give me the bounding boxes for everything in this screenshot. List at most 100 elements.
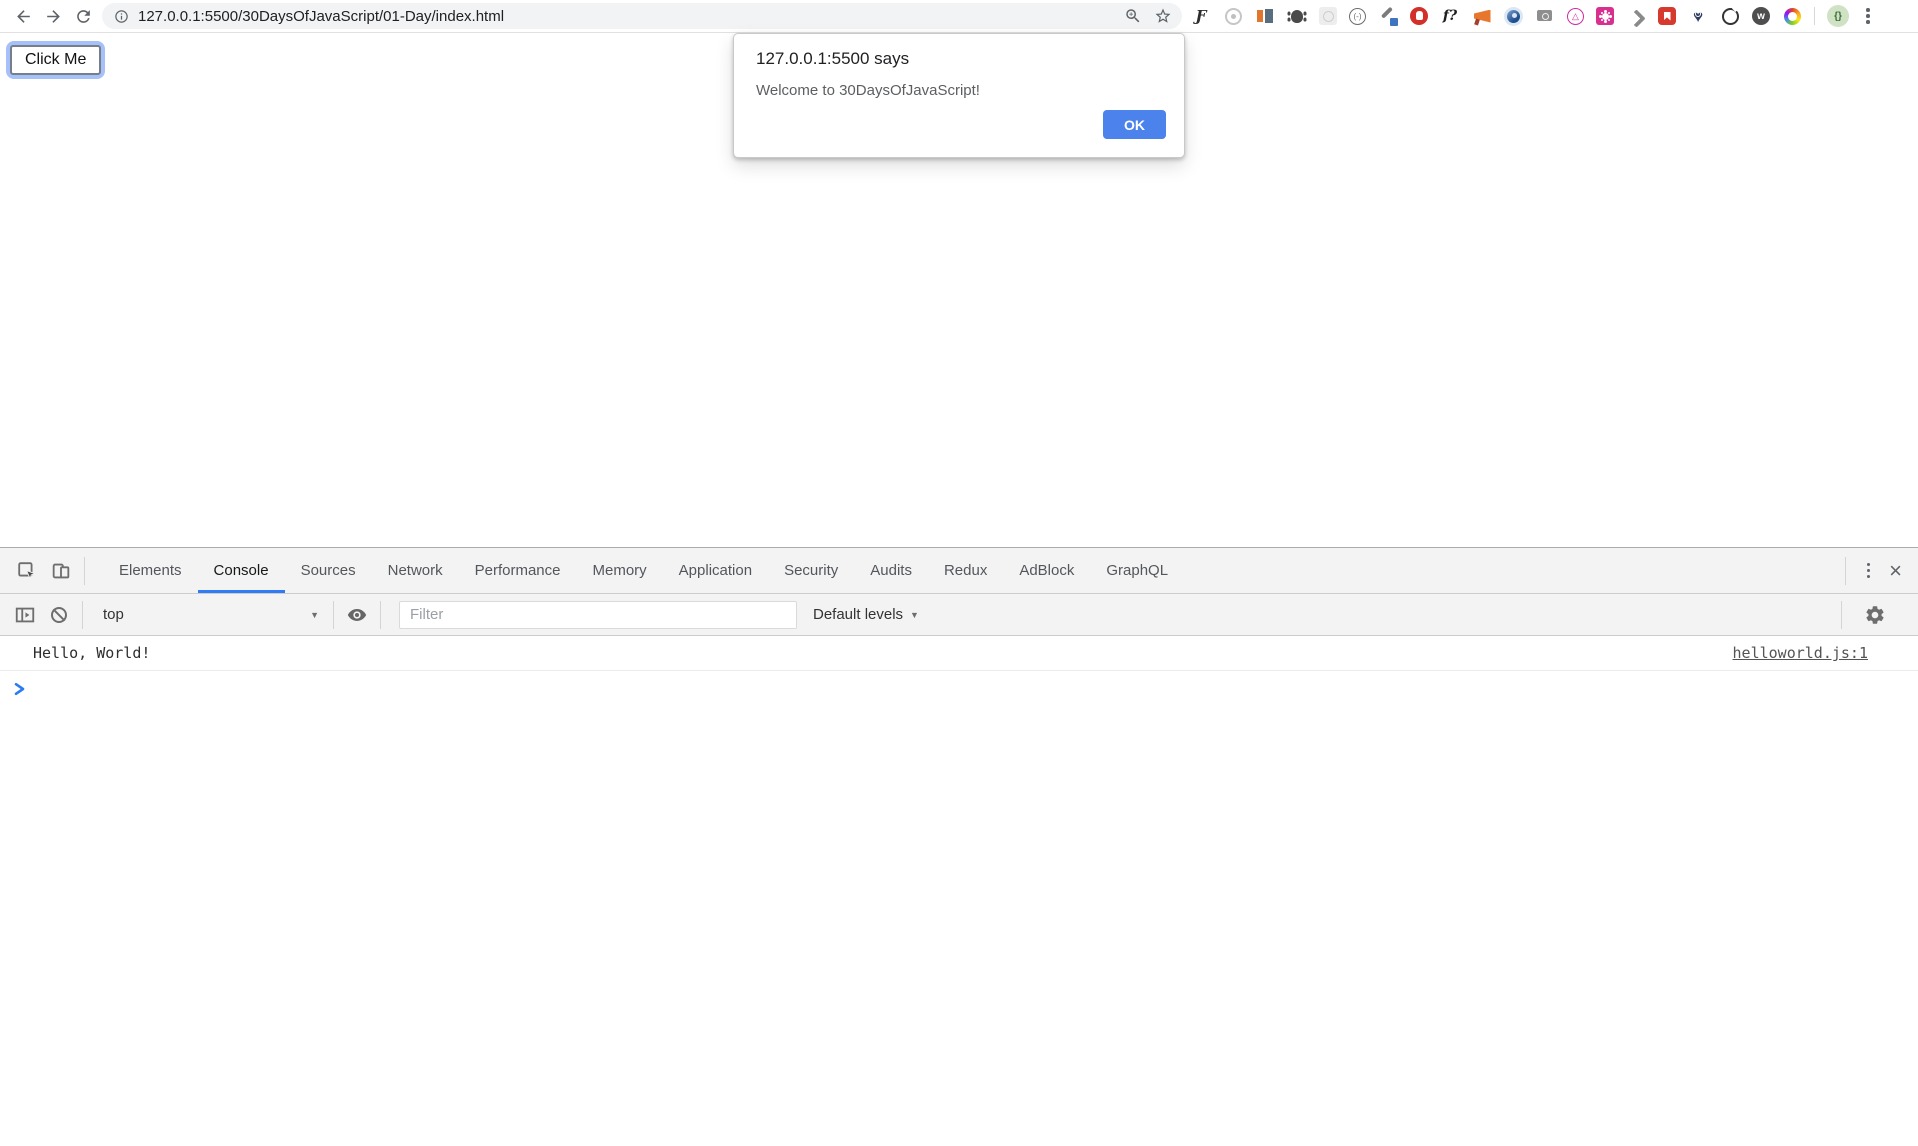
console-prompt[interactable]: [0, 671, 1918, 701]
parens-extension-icon[interactable]: (-): [1349, 8, 1366, 25]
context-selector[interactable]: top ▼: [89, 606, 327, 623]
pipes-extension-icon[interactable]: [1626, 6, 1646, 26]
target-extension-icon[interactable]: [1223, 6, 1243, 26]
console-message-row: Hello, World! helloworld.js:1: [0, 636, 1918, 671]
heart-glyph: ♥: [1693, 8, 1703, 25]
tab-graphql[interactable]: GraphQL: [1090, 548, 1184, 593]
console-message-text: Hello, World!: [33, 644, 1733, 662]
inspect-icon: [16, 560, 38, 582]
context-label: top: [103, 606, 124, 623]
megaphone-extension-icon[interactable]: [1472, 6, 1492, 26]
browser-menu-button[interactable]: [1861, 8, 1875, 24]
clear-console-button[interactable]: [42, 599, 76, 631]
console-toolbar-separator: [380, 601, 381, 629]
alert-message: Welcome to 30DaysOfJavaScript!: [756, 82, 1162, 99]
devtools-panel: Elements Console Sources Network Perform…: [0, 547, 1918, 1146]
devtools-controls: ×: [1839, 557, 1918, 585]
alert-dialog: 127.0.0.1:5500 says Welcome to 30DaysOfJ…: [733, 33, 1185, 158]
swirl-extension-icon[interactable]: [1504, 7, 1523, 26]
fonts-glyph: Ƒ: [1196, 7, 1207, 25]
eyedropper-extension-icon[interactable]: [1378, 6, 1398, 26]
log-level-selector[interactable]: Default levels ▼: [813, 606, 919, 623]
back-icon: [14, 7, 33, 26]
eye-icon: [346, 604, 368, 626]
devtools-menu-button[interactable]: [1862, 563, 1876, 579]
bookmark-extension-icon[interactable]: [1658, 7, 1676, 25]
stop-hand-extension-icon[interactable]: [1410, 7, 1428, 25]
devtools-tabbar: Elements Console Sources Network Perform…: [0, 548, 1918, 594]
tab-security[interactable]: Security: [768, 548, 854, 593]
reload-icon: [74, 7, 93, 26]
atom-extension-icon[interactable]: [1319, 7, 1337, 25]
toolbar-separator: [1814, 7, 1815, 25]
tab-memory[interactable]: Memory: [577, 548, 663, 593]
avatar-glyph: {}: [1834, 11, 1842, 22]
chevron-down-icon: ▼: [910, 610, 919, 620]
info-icon: [114, 9, 129, 24]
console-source-link[interactable]: helloworld.js:1: [1733, 644, 1868, 662]
wave-glyph: w: [1757, 11, 1765, 22]
tab-audits[interactable]: Audits: [854, 548, 928, 593]
device-toolbar-button[interactable]: [44, 555, 78, 587]
back-button[interactable]: [8, 2, 38, 30]
sidebar-toggle-icon: [14, 604, 36, 626]
graphql-glyph: △: [1572, 12, 1579, 21]
fonts-extension-icon[interactable]: Ƒ: [1191, 6, 1211, 26]
forward-icon: [44, 7, 63, 26]
tab-performance[interactable]: Performance: [459, 548, 577, 593]
url-text: 127.0.0.1:5500/30DaysOfJavaScript/01-Day…: [138, 8, 1124, 25]
ok-button[interactable]: OK: [1103, 110, 1166, 139]
zoom-icon[interactable]: [1124, 7, 1142, 25]
fontface-glyph: f?: [1443, 8, 1457, 24]
controls-separator: [1845, 557, 1846, 585]
url-bar[interactable]: 127.0.0.1:5500/30DaysOfJavaScript/01-Day…: [102, 3, 1182, 29]
forward-button[interactable]: [38, 2, 68, 30]
filter-input[interactable]: [399, 601, 797, 629]
button-focus-ring: Click Me: [6, 41, 105, 79]
tab-redux[interactable]: Redux: [928, 548, 1003, 593]
gear-icon: [1864, 604, 1886, 626]
tab-network[interactable]: Network: [372, 548, 459, 593]
prompt-chevron-icon: [13, 682, 26, 696]
color-wheel-extension-icon[interactable]: [1782, 6, 1802, 26]
gyro-extension-icon[interactable]: [1720, 6, 1740, 26]
tab-elements[interactable]: Elements: [103, 548, 198, 593]
console-toolbar-separator: [1841, 601, 1842, 629]
camera-extension-icon[interactable]: [1535, 6, 1555, 26]
chevron-down-icon: ▼: [310, 610, 319, 620]
extensions-strip: Ƒ (-) f? △ ♥ w {}: [1191, 5, 1875, 27]
parens-glyph: (-): [1354, 12, 1362, 21]
browser-toolbar: 127.0.0.1:5500/30DaysOfJavaScript/01-Day…: [0, 0, 1918, 33]
tab-application[interactable]: Application: [663, 548, 768, 593]
gear-square-extension-icon[interactable]: [1596, 7, 1614, 25]
inspect-element-button[interactable]: [10, 555, 44, 587]
clear-console-icon: [51, 607, 67, 623]
tab-sources[interactable]: Sources: [285, 548, 372, 593]
fontface-extension-icon[interactable]: f?: [1440, 6, 1460, 26]
log-level-label: Default levels: [813, 606, 903, 623]
console-toolbar-right: [1835, 599, 1904, 631]
click-me-button[interactable]: Click Me: [10, 45, 101, 75]
console-sidebar-toggle[interactable]: [8, 599, 42, 631]
omnibox-actions: [1124, 7, 1172, 25]
bars-extension-icon[interactable]: [1255, 6, 1275, 26]
tab-adblock[interactable]: AdBlock: [1003, 548, 1090, 593]
devtools-tabs: Elements Console Sources Network Perform…: [103, 548, 1184, 593]
console-toolbar-separator: [82, 601, 83, 629]
bug-extension-icon[interactable]: [1287, 6, 1307, 26]
reload-button[interactable]: [68, 2, 98, 30]
console-toolbar: top ▼ Default levels ▼: [0, 594, 1918, 636]
bookmark-star-icon[interactable]: [1154, 7, 1172, 25]
profile-avatar[interactable]: {}: [1827, 5, 1849, 27]
devtools-close-button[interactable]: ×: [1885, 560, 1906, 582]
devtools-settings-button[interactable]: [1858, 599, 1892, 631]
heart-search-extension-icon[interactable]: ♥: [1688, 6, 1708, 26]
console-toolbar-separator: [333, 601, 334, 629]
wave-extension-icon[interactable]: w: [1752, 7, 1770, 25]
alert-title: 127.0.0.1:5500 says: [756, 49, 1162, 69]
live-expression-button[interactable]: [340, 599, 374, 631]
tab-console[interactable]: Console: [198, 548, 285, 593]
device-toolbar-icon: [50, 560, 72, 582]
tabbar-separator: [84, 557, 85, 585]
graphql-extension-icon[interactable]: △: [1567, 8, 1584, 25]
